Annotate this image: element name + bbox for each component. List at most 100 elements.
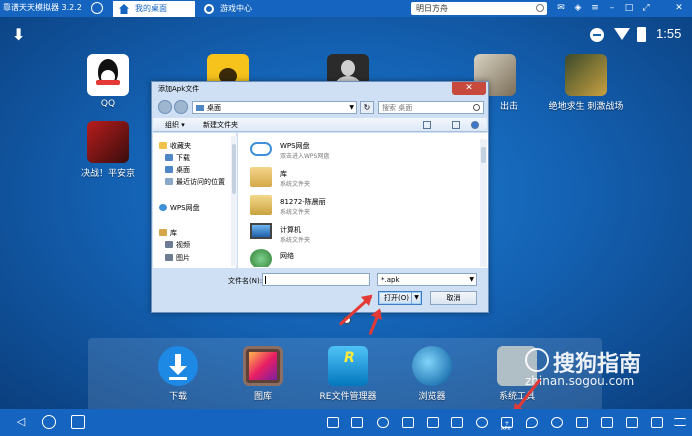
nav-item-recent-places[interactable]: 最近访问的位置: [165, 177, 225, 187]
volume-down-icon[interactable]: [327, 417, 339, 428]
help-icon[interactable]: [471, 121, 479, 129]
star-icon: [159, 142, 167, 149]
file-item-computer[interactable]: 计算机 系统文件夹: [250, 221, 450, 247]
gamepad-icon[interactable]: [377, 417, 389, 428]
message-box-icon[interactable]: [451, 417, 463, 428]
user-icon[interactable]: [91, 2, 103, 14]
filename-input[interactable]: [262, 273, 370, 286]
address-bar[interactable]: 桌面 ▼: [192, 101, 357, 114]
preview-pane-icon[interactable]: [452, 121, 460, 129]
app-onmyoji-arena[interactable]: 决战！平安京: [63, 121, 153, 179]
back-button[interactable]: [158, 100, 172, 114]
refresh-button[interactable]: ↻: [360, 101, 374, 114]
app-title: 靠谱天天模拟器 3.2.2: [3, 3, 82, 12]
pubg-icon: [565, 54, 607, 96]
share-icon[interactable]: [601, 417, 613, 428]
dialog-close-button[interactable]: ✕: [452, 82, 486, 95]
new-folder-button[interactable]: 新建文件夹: [203, 118, 238, 132]
file-item-user-folder[interactable]: 81272-陈晨丽 系统文件夹: [250, 193, 450, 219]
file-item-libraries[interactable]: 库 系统文件夹: [250, 165, 450, 191]
top-search-input[interactable]: 明日方舟: [411, 2, 547, 15]
chevron-down-icon[interactable]: ▼: [469, 274, 474, 286]
file-list-scrollbar[interactable]: [480, 139, 487, 267]
nav-item-favorites[interactable]: 收藏夹: [159, 141, 191, 151]
app-label: 绝地求生 刺激战场: [548, 102, 624, 112]
dock-app-download[interactable]: 下载: [133, 346, 223, 402]
menu-icon[interactable]: ≡: [590, 3, 600, 13]
nav-item-videos[interactable]: 视频: [165, 240, 190, 250]
forward-button[interactable]: [174, 100, 188, 114]
back-icon[interactable]: ◁: [14, 415, 28, 429]
close-icon[interactable]: ✕: [674, 3, 684, 13]
library-icon: [159, 229, 167, 236]
screenshot-icon[interactable]: [576, 417, 588, 428]
shake-icon[interactable]: [402, 417, 414, 428]
search-placeholder: 搜索 桌面: [382, 104, 413, 112]
nav-item-libraries[interactable]: 库: [159, 228, 177, 238]
open-dropdown-icon[interactable]: ▼: [411, 292, 421, 304]
file-item-wps-cloud[interactable]: WPS网盘 双击进入WPS网盘: [250, 137, 450, 163]
nav-item-wps-cloud[interactable]: WPS网盘: [159, 203, 200, 213]
touch-icon[interactable]: [476, 417, 488, 428]
nav-item-label: 图片: [176, 254, 190, 262]
organize-button[interactable]: 组织 ▾: [165, 118, 185, 132]
home-button[interactable]: [42, 415, 56, 429]
computer-icon: [250, 223, 272, 239]
fullscreen-icon[interactable]: ⤢: [641, 3, 651, 13]
app-qq[interactable]: QQ: [63, 54, 153, 109]
address-text: 桌面: [207, 104, 221, 112]
location-icon[interactable]: [526, 417, 538, 428]
navigation-pane: 收藏夹 下载 桌面 最近访问的位置 WPS网盘 库 视频 图片: [153, 133, 237, 268]
message-icon[interactable]: ✉: [556, 3, 566, 13]
file-list: WPS网盘 双击进入WPS网盘 库 系统文件夹 81272-陈晨丽 系统文件夹 …: [238, 133, 488, 268]
cloud-icon: [250, 142, 272, 156]
app-label: 图库: [253, 392, 272, 402]
dock-app-browser[interactable]: 浏览器: [387, 346, 477, 402]
nav-item-pictures[interactable]: 图片: [165, 253, 190, 263]
minimize-icon[interactable]: –: [607, 3, 617, 13]
file-item-network[interactable]: 网络: [250, 247, 450, 267]
multi-window-icon[interactable]: [626, 417, 638, 428]
qq-icon: [87, 54, 129, 96]
file-desc: 系统文件夹: [280, 181, 311, 188]
dock-app-gallery[interactable]: 图库: [218, 346, 308, 402]
fullscreen-toggle-icon[interactable]: [651, 417, 663, 428]
dialog-title: 添加Apk文件: [158, 85, 200, 93]
view-options-icon[interactable]: [423, 121, 431, 129]
nav-scrollbar[interactable]: [231, 136, 237, 266]
library-icon: [250, 167, 272, 187]
home-icon: [119, 4, 129, 14]
chevron-down-icon[interactable]: ▼: [349, 102, 354, 114]
search-icon[interactable]: [536, 4, 544, 12]
trash-icon[interactable]: [427, 417, 439, 428]
nav-item-desktop[interactable]: 桌面: [165, 165, 190, 175]
dock-app-re-file-manager[interactable]: R RE文件管理器: [303, 346, 393, 402]
cancel-button[interactable]: 取消: [430, 291, 477, 305]
video-icon: [165, 241, 173, 248]
tab-my-desktop[interactable]: 我的桌面: [113, 1, 195, 17]
app-label: 决战！平安京: [80, 169, 135, 179]
tab-game-center[interactable]: 游戏中心: [198, 1, 280, 17]
status-time: 1:55: [656, 26, 682, 41]
more-icon[interactable]: [674, 418, 686, 426]
cloud-icon: [159, 204, 167, 211]
nav-item-label: WPS网盘: [170, 204, 200, 212]
game-center-icon: [204, 4, 214, 14]
skin-icon[interactable]: ◈: [573, 3, 583, 13]
file-desc: 系统文件夹: [280, 237, 311, 244]
recent-apps-button[interactable]: [71, 415, 85, 429]
dialog-search-input[interactable]: 搜索 桌面: [378, 101, 484, 114]
volume-up-icon[interactable]: [351, 417, 363, 428]
file-name: WPS网盘: [280, 142, 310, 150]
settings-gear-icon[interactable]: [551, 417, 563, 428]
desktop-folder-icon: [165, 166, 173, 173]
nav-item-downloads[interactable]: 下载: [165, 153, 190, 163]
app-pubg-mobile[interactable]: 绝地求生 刺激战场: [541, 54, 631, 112]
nav-item-label: 收藏夹: [170, 142, 191, 150]
file-name: 81272-陈晨丽: [280, 198, 326, 206]
re-file-manager-icon: R: [328, 346, 368, 386]
filename-label: 文件名(N):: [228, 277, 263, 285]
onmyoji-arena-icon: [87, 121, 129, 163]
maximize-icon[interactable]: □: [624, 3, 634, 13]
filetype-select[interactable]: *.apk ▼: [377, 273, 477, 286]
